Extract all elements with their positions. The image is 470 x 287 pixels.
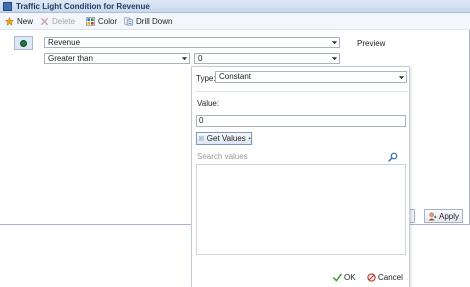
checkmark-icon — [333, 273, 342, 281]
apply-user-icon — [428, 211, 437, 221]
color-button-label: Color — [98, 17, 118, 26]
new-button[interactable]: New — [5, 15, 33, 28]
traffic-light-status-button[interactable] — [14, 36, 33, 50]
search-icon[interactable] — [388, 152, 398, 162]
drill-down-button-label: Drill Down — [136, 17, 173, 26]
value-select[interactable]: 0 — [194, 53, 340, 64]
value-input[interactable]: 0 — [196, 115, 406, 127]
star-icon — [5, 17, 14, 26]
preview-label: Preview — [357, 39, 386, 48]
drill-down-button[interactable]: Drill Down — [124, 15, 172, 28]
chevron-down-icon — [331, 41, 338, 45]
chevron-down-icon — [248, 137, 251, 140]
database-icon — [199, 136, 204, 141]
panel-divider — [195, 91, 408, 92]
field-select-value: Revenue — [48, 38, 81, 47]
value-select-value: 0 — [198, 54, 203, 63]
search-values-input[interactable]: Search values — [197, 152, 248, 161]
apply-button-label: Apply — [439, 211, 460, 221]
color-picker-icon — [86, 17, 95, 26]
chevron-down-icon — [181, 57, 188, 61]
new-button-label: New — [17, 17, 34, 26]
chevron-down-icon — [398, 75, 405, 79]
toolbar: New Delete Color Drill Down — [0, 13, 470, 30]
ok-button[interactable]: OK — [333, 271, 356, 283]
cancel-button-label: Cancel — [378, 272, 403, 282]
type-select-value: Constant — [219, 72, 252, 81]
delete-button-label: Delete — [52, 17, 76, 26]
operator-select[interactable]: Greater than — [44, 53, 190, 64]
type-label: Type: — [196, 74, 216, 83]
value-dropdown-panel: Type: Constant Value: 0 Get Values Searc… — [191, 66, 410, 287]
cancel-icon — [367, 272, 376, 282]
color-button[interactable]: Color — [86, 15, 117, 28]
type-select[interactable]: Constant — [215, 71, 407, 83]
window-title: Traffic Light Condition for Revenue — [16, 2, 150, 11]
chevron-down-icon — [331, 57, 338, 61]
delete-x-icon — [41, 18, 48, 25]
field-select[interactable]: Revenue — [44, 37, 340, 48]
partially-hidden-button[interactable] — [410, 209, 415, 223]
cancel-button[interactable]: Cancel — [367, 271, 403, 283]
operator-select-value: Greater than — [48, 54, 93, 63]
title-bar[interactable]: Traffic Light Condition for Revenue — [0, 0, 470, 13]
app-icon — [3, 2, 12, 11]
values-list[interactable] — [196, 164, 406, 255]
get-values-label: Get Values — [206, 134, 246, 143]
value-label: Value: — [197, 99, 220, 108]
apply-button[interactable]: Apply — [424, 209, 463, 223]
ok-button-label: OK — [344, 272, 356, 282]
drill-down-icon — [124, 17, 133, 26]
delete-button[interactable]: Delete — [40, 15, 75, 28]
get-values-button[interactable]: Get Values — [196, 132, 252, 145]
green-light-icon — [20, 40, 27, 47]
